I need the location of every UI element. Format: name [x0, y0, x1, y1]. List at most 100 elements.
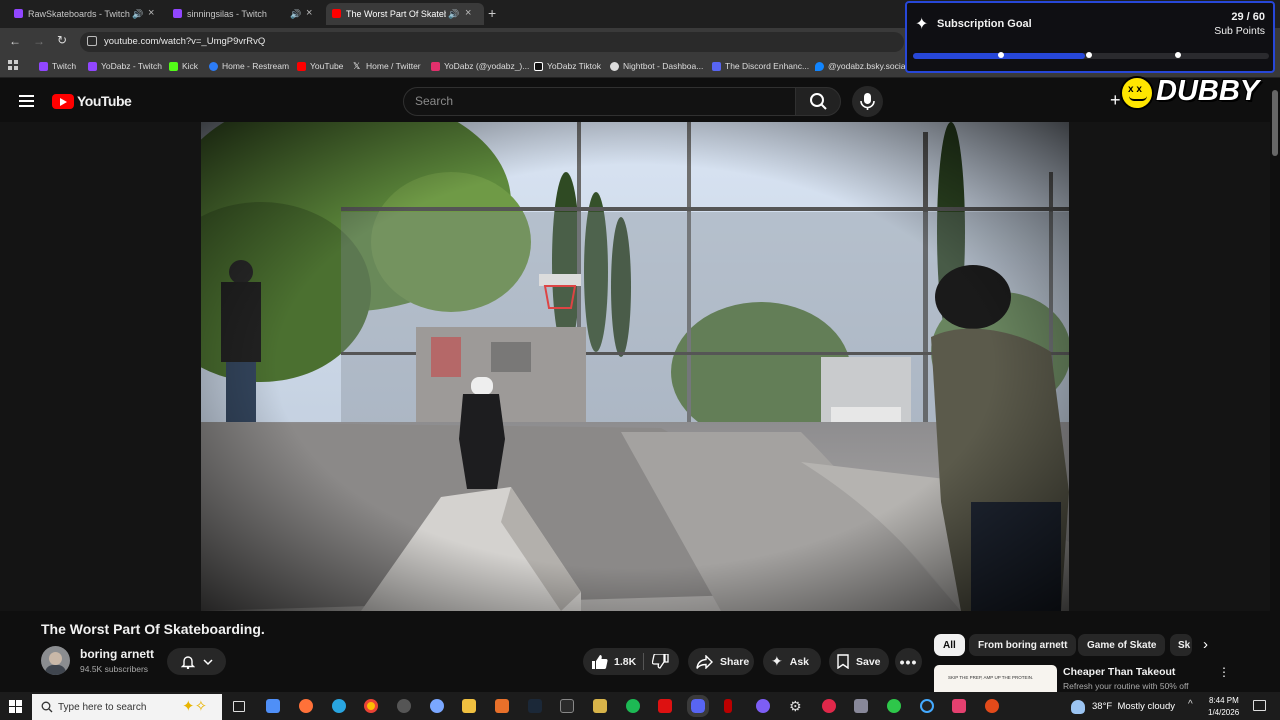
weather-cloud-icon[interactable] — [1071, 700, 1085, 714]
notification-center-icon[interactable] — [1253, 700, 1266, 711]
app-c-icon[interactable] — [724, 699, 732, 713]
app-e-icon[interactable] — [854, 699, 868, 713]
bookmark-restream[interactable]: Home - Restream — [209, 61, 289, 71]
ad-thumbnail[interactable]: SKIP THE PREP, AMP UP THE PROTEIN. — [934, 665, 1057, 692]
tiktok-live-icon[interactable] — [952, 699, 966, 713]
video-frame[interactable] — [201, 122, 1069, 611]
close-tab-icon[interactable]: × — [148, 7, 154, 19]
app-controller-icon[interactable] — [593, 699, 607, 713]
like-dislike-group: 1.8K — [583, 648, 679, 675]
taskbar-search-box[interactable]: Type here to search ✦✧ — [32, 694, 222, 720]
bookmark-youtube[interactable]: YouTube — [297, 61, 343, 71]
chip-more[interactable]: Sk — [1170, 634, 1192, 656]
subscriber-count: 94.5K subscribers — [80, 664, 149, 674]
x-logo-icon: 𝕏 — [353, 60, 361, 71]
bell-icon — [180, 656, 195, 669]
spotify-icon[interactable] — [626, 699, 640, 713]
more-vertical-icon[interactable]: ⋮ — [1218, 665, 1230, 679]
clock-date[interactable]: 1/4/2026 — [1208, 708, 1239, 717]
speaker-icon[interactable]: 🔊 — [448, 9, 459, 20]
bookmark-label: @yodabz.bsky.socia... — [828, 61, 913, 71]
settings-gear-icon[interactable]: ⚙ — [789, 699, 803, 713]
bookmark-twitch[interactable]: Twitch — [39, 61, 76, 71]
clock-time[interactable]: 8:44 PM — [1209, 696, 1239, 705]
app-f-icon[interactable] — [887, 699, 901, 713]
bookmark-kick[interactable]: Kick — [169, 61, 198, 71]
bookmark-label: Twitch — [52, 61, 77, 71]
close-tab-icon[interactable]: × — [465, 7, 471, 19]
bookmark-instagram[interactable]: YoDabz (@yodabz_)... — [431, 61, 529, 71]
dubby-wordmark: DUBBY — [1156, 75, 1260, 107]
edge-icon[interactable] — [332, 699, 346, 713]
browser-tab-sinningsilas[interactable]: sinningsilas - Twitch 🔊 × — [173, 3, 323, 25]
subscribed-notification-button[interactable] — [167, 648, 226, 675]
task-view-icon[interactable] — [233, 701, 245, 712]
create-plus-icon[interactable]: + — [1110, 90, 1121, 111]
channel-name[interactable]: boring arnett — [80, 647, 154, 661]
page-scrollbar[interactable] — [1272, 90, 1278, 156]
ask-button[interactable]: ✦ Ask — [763, 648, 821, 675]
channel-avatar[interactable] — [41, 646, 70, 675]
new-tab-plus-icon[interactable]: + — [488, 5, 496, 21]
youtube-logo[interactable]: YouTube — [52, 93, 132, 109]
file-explorer-icon[interactable] — [462, 699, 476, 713]
app-a-icon[interactable] — [495, 699, 509, 713]
windows-start-icon[interactable] — [9, 700, 22, 713]
browser-tab-rawskateboards[interactable]: RawSkateboards - Twitch 🔊 × — [14, 3, 164, 25]
bookmark-yodabz-twitch[interactable]: YoDabz - Twitch — [88, 61, 162, 71]
app-b-icon[interactable] — [658, 699, 672, 713]
star-badge-icon: ✦ — [915, 16, 929, 33]
hamburger-menu-icon[interactable] — [19, 95, 34, 107]
like-divider — [643, 653, 644, 670]
dislike-button[interactable] — [651, 653, 669, 672]
obs-icon[interactable] — [397, 699, 411, 713]
copilot-icon[interactable] — [266, 699, 280, 713]
tray-chevron-up-icon[interactable]: ^ — [1188, 699, 1193, 710]
speaker-icon[interactable]: 🔊 — [132, 9, 143, 20]
share-button[interactable]: Share — [688, 648, 754, 675]
search-icon — [41, 701, 53, 713]
forward-arrow-icon[interactable]: → — [33, 34, 45, 48]
share-label: Share — [720, 655, 750, 668]
globe-app-icon[interactable] — [430, 699, 444, 713]
save-button[interactable]: Save — [829, 648, 889, 675]
chip-from-channel[interactable]: From boring arnett — [969, 634, 1077, 656]
back-arrow-icon[interactable]: ← — [9, 34, 21, 48]
like-button[interactable]: 1.8K — [591, 654, 636, 669]
weather-text[interactable]: 38°F Mostly cloudy — [1092, 701, 1175, 712]
epic-games-icon[interactable] — [560, 699, 574, 713]
search-button[interactable] — [795, 87, 841, 116]
chip-all[interactable]: All — [934, 634, 965, 656]
save-label: Save — [856, 655, 881, 668]
bookmark-nightbot[interactable]: Nightbot - Dashboa... — [610, 61, 703, 71]
microphone-icon — [860, 93, 875, 110]
chips-next-chevron-icon[interactable]: › — [1203, 636, 1208, 653]
more-actions-button[interactable]: ••• — [895, 648, 922, 675]
apps-grid-icon[interactable] — [8, 60, 18, 70]
bookmark-discord-enhancement[interactable]: The Discord Enhanc... — [712, 61, 809, 71]
share-arrow-icon — [696, 654, 713, 669]
site-info-icon[interactable] — [87, 36, 97, 46]
pen-app-icon[interactable] — [756, 699, 770, 713]
close-tab-icon[interactable]: × — [306, 7, 312, 19]
steam-icon[interactable] — [528, 699, 542, 713]
app-g-icon[interactable] — [920, 699, 934, 713]
url-field[interactable]: youtube.com/watch?v=_UmgP9vrRvQ — [80, 32, 904, 52]
search-input[interactable]: Search — [403, 87, 796, 116]
reload-icon[interactable]: ↻ — [57, 33, 67, 47]
voice-search-button[interactable] — [852, 86, 883, 117]
app-d-icon[interactable] — [822, 699, 836, 713]
firefox-icon[interactable] — [299, 699, 313, 713]
app-h-icon[interactable] — [985, 699, 999, 713]
speaker-icon[interactable]: 🔊 — [290, 9, 301, 20]
bookmark-label: YoDabz (@yodabz_)... — [444, 61, 530, 71]
chip-game-of-skate[interactable]: Game of Skate — [1078, 634, 1166, 656]
bookmark-tiktok[interactable]: YoDabz Tiktok — [534, 61, 601, 71]
chrome-icon[interactable] — [364, 699, 378, 713]
browser-tab-active[interactable]: The Worst Part Of Skatebo 🔊 × — [326, 3, 484, 25]
discord-icon[interactable] — [687, 695, 709, 717]
bookmark-twitter[interactable]: 𝕏 Home / Twitter — [353, 61, 421, 71]
recommendation-title[interactable]: Cheaper Than Takeout — [1063, 666, 1175, 678]
bookmark-bluesky[interactable]: @yodabz.bsky.socia... — [815, 61, 913, 71]
ad-thumbnail-text: SKIP THE PREP, AMP UP THE PROTEIN. — [948, 675, 1034, 680]
